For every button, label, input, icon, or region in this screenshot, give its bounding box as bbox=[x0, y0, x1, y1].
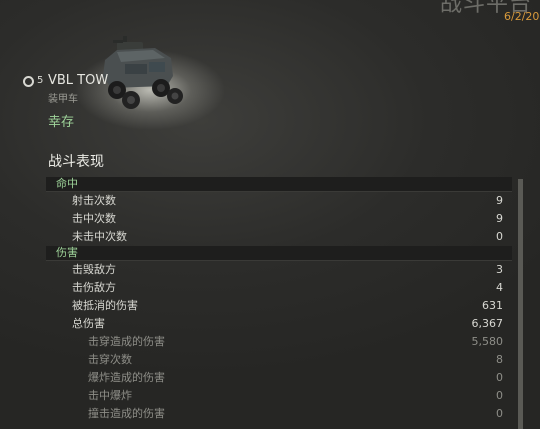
stat-label: 击穿造成的伤害 bbox=[88, 335, 165, 348]
stat-value: 631 bbox=[482, 299, 503, 312]
stat-label: 击毁敌方 bbox=[72, 263, 116, 276]
scrollbar[interactable] bbox=[518, 179, 523, 429]
stat-label: 击穿次数 bbox=[88, 353, 132, 366]
stat-value: 4 bbox=[496, 281, 503, 294]
stat-value: 9 bbox=[496, 212, 503, 225]
stat-value: 9 bbox=[496, 194, 503, 207]
section-title: 战斗表现 bbox=[48, 154, 104, 170]
stat-label: 撞击造成的伤害 bbox=[88, 407, 165, 420]
stat-row: 被抵消的伤害 631 bbox=[46, 297, 512, 315]
stat-value: 8 bbox=[496, 353, 503, 366]
stat-value: 0 bbox=[496, 389, 503, 402]
stat-label: 爆炸造成的伤害 bbox=[88, 371, 165, 384]
category-header-hits: 命中 bbox=[46, 177, 512, 192]
vehicle-icon bbox=[103, 36, 183, 109]
stat-subrow: 击穿次数 8 bbox=[46, 351, 512, 369]
stat-subrow: 击穿造成的伤害 5,580 bbox=[46, 333, 512, 351]
stat-value: 0 bbox=[496, 230, 503, 243]
stat-value: 0 bbox=[496, 407, 503, 420]
stat-label: 击中爆炸 bbox=[88, 389, 132, 402]
vehicle-type: 装甲车 bbox=[48, 94, 78, 105]
scrollbar-thumb[interactable] bbox=[518, 179, 523, 429]
stat-label: 击伤敌方 bbox=[72, 281, 116, 294]
survival-status: 幸存 bbox=[48, 115, 75, 130]
stat-subrow: 爆炸造成的伤害 0 bbox=[46, 369, 512, 387]
vehicle-name: VBL TOW bbox=[48, 73, 109, 88]
vehicle-tier: 5 bbox=[37, 75, 44, 86]
stat-label: 射击次数 bbox=[72, 194, 116, 207]
stat-value: 3 bbox=[496, 263, 503, 276]
tier-circle-icon bbox=[23, 76, 34, 87]
stat-value: 5,580 bbox=[471, 335, 504, 348]
battle-date: 6/2/201 bbox=[504, 10, 540, 23]
category-header-damage: 伤害 bbox=[46, 246, 512, 261]
stat-value: 6,367 bbox=[471, 317, 504, 330]
stat-row: 击伤敌方 4 bbox=[46, 279, 512, 297]
stat-row: 射击次数 9 bbox=[46, 192, 512, 210]
stat-label: 未击中次数 bbox=[72, 230, 127, 243]
stat-row: 总伤害 6,367 bbox=[46, 315, 512, 333]
stat-subrow: 撞击造成的伤害 0 bbox=[46, 405, 512, 423]
stats-table: 命中 射击次数 9 击中次数 9 未击中次数 0 伤害 击毁敌方 3 击伤敌方 … bbox=[46, 177, 512, 423]
stat-value: 0 bbox=[496, 371, 503, 384]
stat-subrow: 击中爆炸 0 bbox=[46, 387, 512, 405]
stat-row: 击毁敌方 3 bbox=[46, 261, 512, 279]
stat-label: 总伤害 bbox=[72, 317, 105, 330]
stat-row: 击中次数 9 bbox=[46, 210, 512, 228]
stat-row: 未击中次数 0 bbox=[46, 228, 512, 246]
stat-label: 击中次数 bbox=[72, 212, 116, 225]
stat-label: 被抵消的伤害 bbox=[72, 299, 138, 312]
